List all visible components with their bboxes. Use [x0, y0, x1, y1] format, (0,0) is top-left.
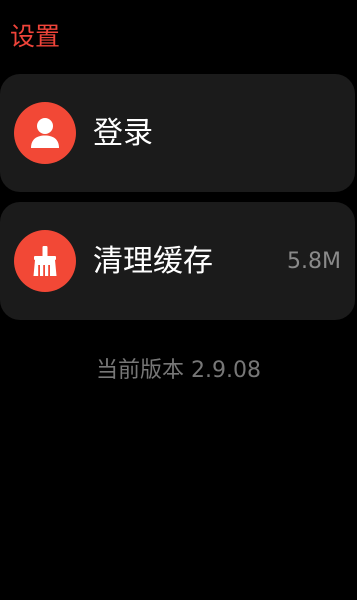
cache-size-value: 5.8M [287, 249, 341, 274]
login-item[interactable]: 登录 [0, 74, 355, 192]
clear-cache-label: 清理缓存 [93, 244, 213, 279]
person-icon [14, 102, 76, 164]
page-title: 设置 [10, 22, 61, 51]
broom-icon [14, 230, 76, 292]
version-text: 当前版本 2.9.08 [96, 358, 261, 383]
clear-cache-item[interactable]: 清理缓存 5.8M [0, 202, 355, 320]
login-label: 登录 [93, 116, 153, 151]
